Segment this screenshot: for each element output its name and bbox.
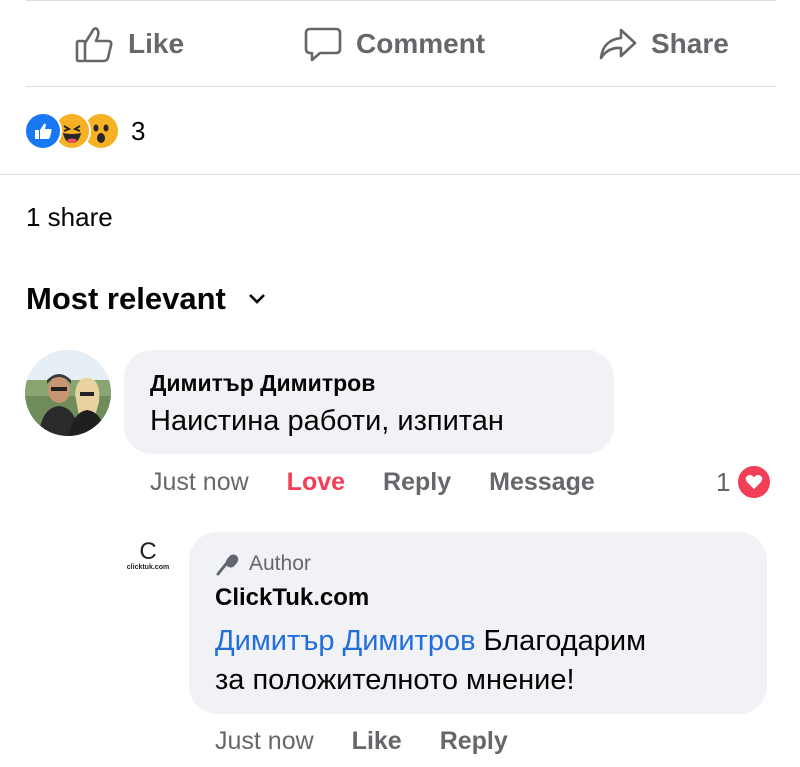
avatar[interactable]: [25, 350, 111, 436]
reply-content: Author ClickTuk.com Димитър Димитров Бла…: [215, 552, 646, 700]
action-divider: [26, 86, 776, 87]
top-divider: [26, 0, 776, 1]
reactions-divider: [0, 174, 800, 175]
logo-text: clicktuk.com: [126, 564, 170, 571]
reply-text-line1: Благодарим: [475, 625, 647, 657]
logo-glyph: C: [139, 538, 157, 565]
comment-reaction-count[interactable]: 1: [716, 464, 773, 500]
reply-text-line2: за положителното мнение!: [215, 664, 575, 696]
reply-author[interactable]: ClickTuk.com: [215, 584, 646, 612]
reply-bubble[interactable]: Author ClickTuk.com Димитър Димитров Бла…: [189, 532, 767, 714]
comment-bubble[interactable]: Димитър Димитров Наистина работи, изпита…: [124, 350, 614, 454]
share-icon: [599, 28, 637, 60]
microphone-icon: [216, 554, 239, 576]
sort-dropdown[interactable]: Most relevant: [26, 281, 266, 317]
reaction-count: 3: [131, 115, 146, 146]
comment-label: Comment: [356, 28, 486, 59]
comment-text: Наистина работи, изпитан: [150, 405, 504, 437]
comment-actions: Just now Love Reply Message: [150, 468, 595, 497]
comment-button[interactable]: Comment: [302, 22, 485, 66]
reply-timestamp: Just now: [215, 727, 314, 755]
reply-button[interactable]: Reply: [383, 468, 451, 497]
message-button[interactable]: Message: [489, 468, 595, 497]
share-button[interactable]: Share: [597, 22, 729, 66]
reply-like-button[interactable]: Like: [352, 727, 402, 756]
comment-author[interactable]: Димитър Димитров: [150, 370, 375, 397]
love-reaction-button[interactable]: Love: [287, 468, 345, 497]
love-reaction-icon: [736, 464, 773, 500]
like-button[interactable]: Like: [74, 22, 184, 66]
reply-text: Димитър Димитров Благодарим за положителн…: [215, 622, 646, 700]
like-label: Like: [128, 28, 185, 59]
reply-actions: Just now Like Reply: [215, 727, 508, 756]
author-badge-label: Author: [249, 552, 311, 575]
sort-label: Most relevant: [26, 281, 226, 316]
comment-icon: [304, 27, 342, 62]
shares-count[interactable]: 1 share: [26, 202, 113, 233]
comment-timestamp: Just now: [150, 468, 249, 496]
mention-link[interactable]: Димитър Димитров: [215, 625, 476, 657]
reactions-summary[interactable]: 3: [24, 112, 145, 150]
reply-reply-button[interactable]: Reply: [440, 727, 508, 756]
like-reaction-icon: [24, 112, 62, 150]
reaction-count-number: 1: [716, 466, 731, 497]
author-badge: Author: [215, 552, 646, 576]
chevron-down-icon: [248, 294, 265, 304]
clicktuk-avatar[interactable]: C clicktuk.com: [120, 540, 176, 580]
thumbs-up-icon: [75, 27, 113, 63]
share-label: Share: [651, 28, 729, 59]
